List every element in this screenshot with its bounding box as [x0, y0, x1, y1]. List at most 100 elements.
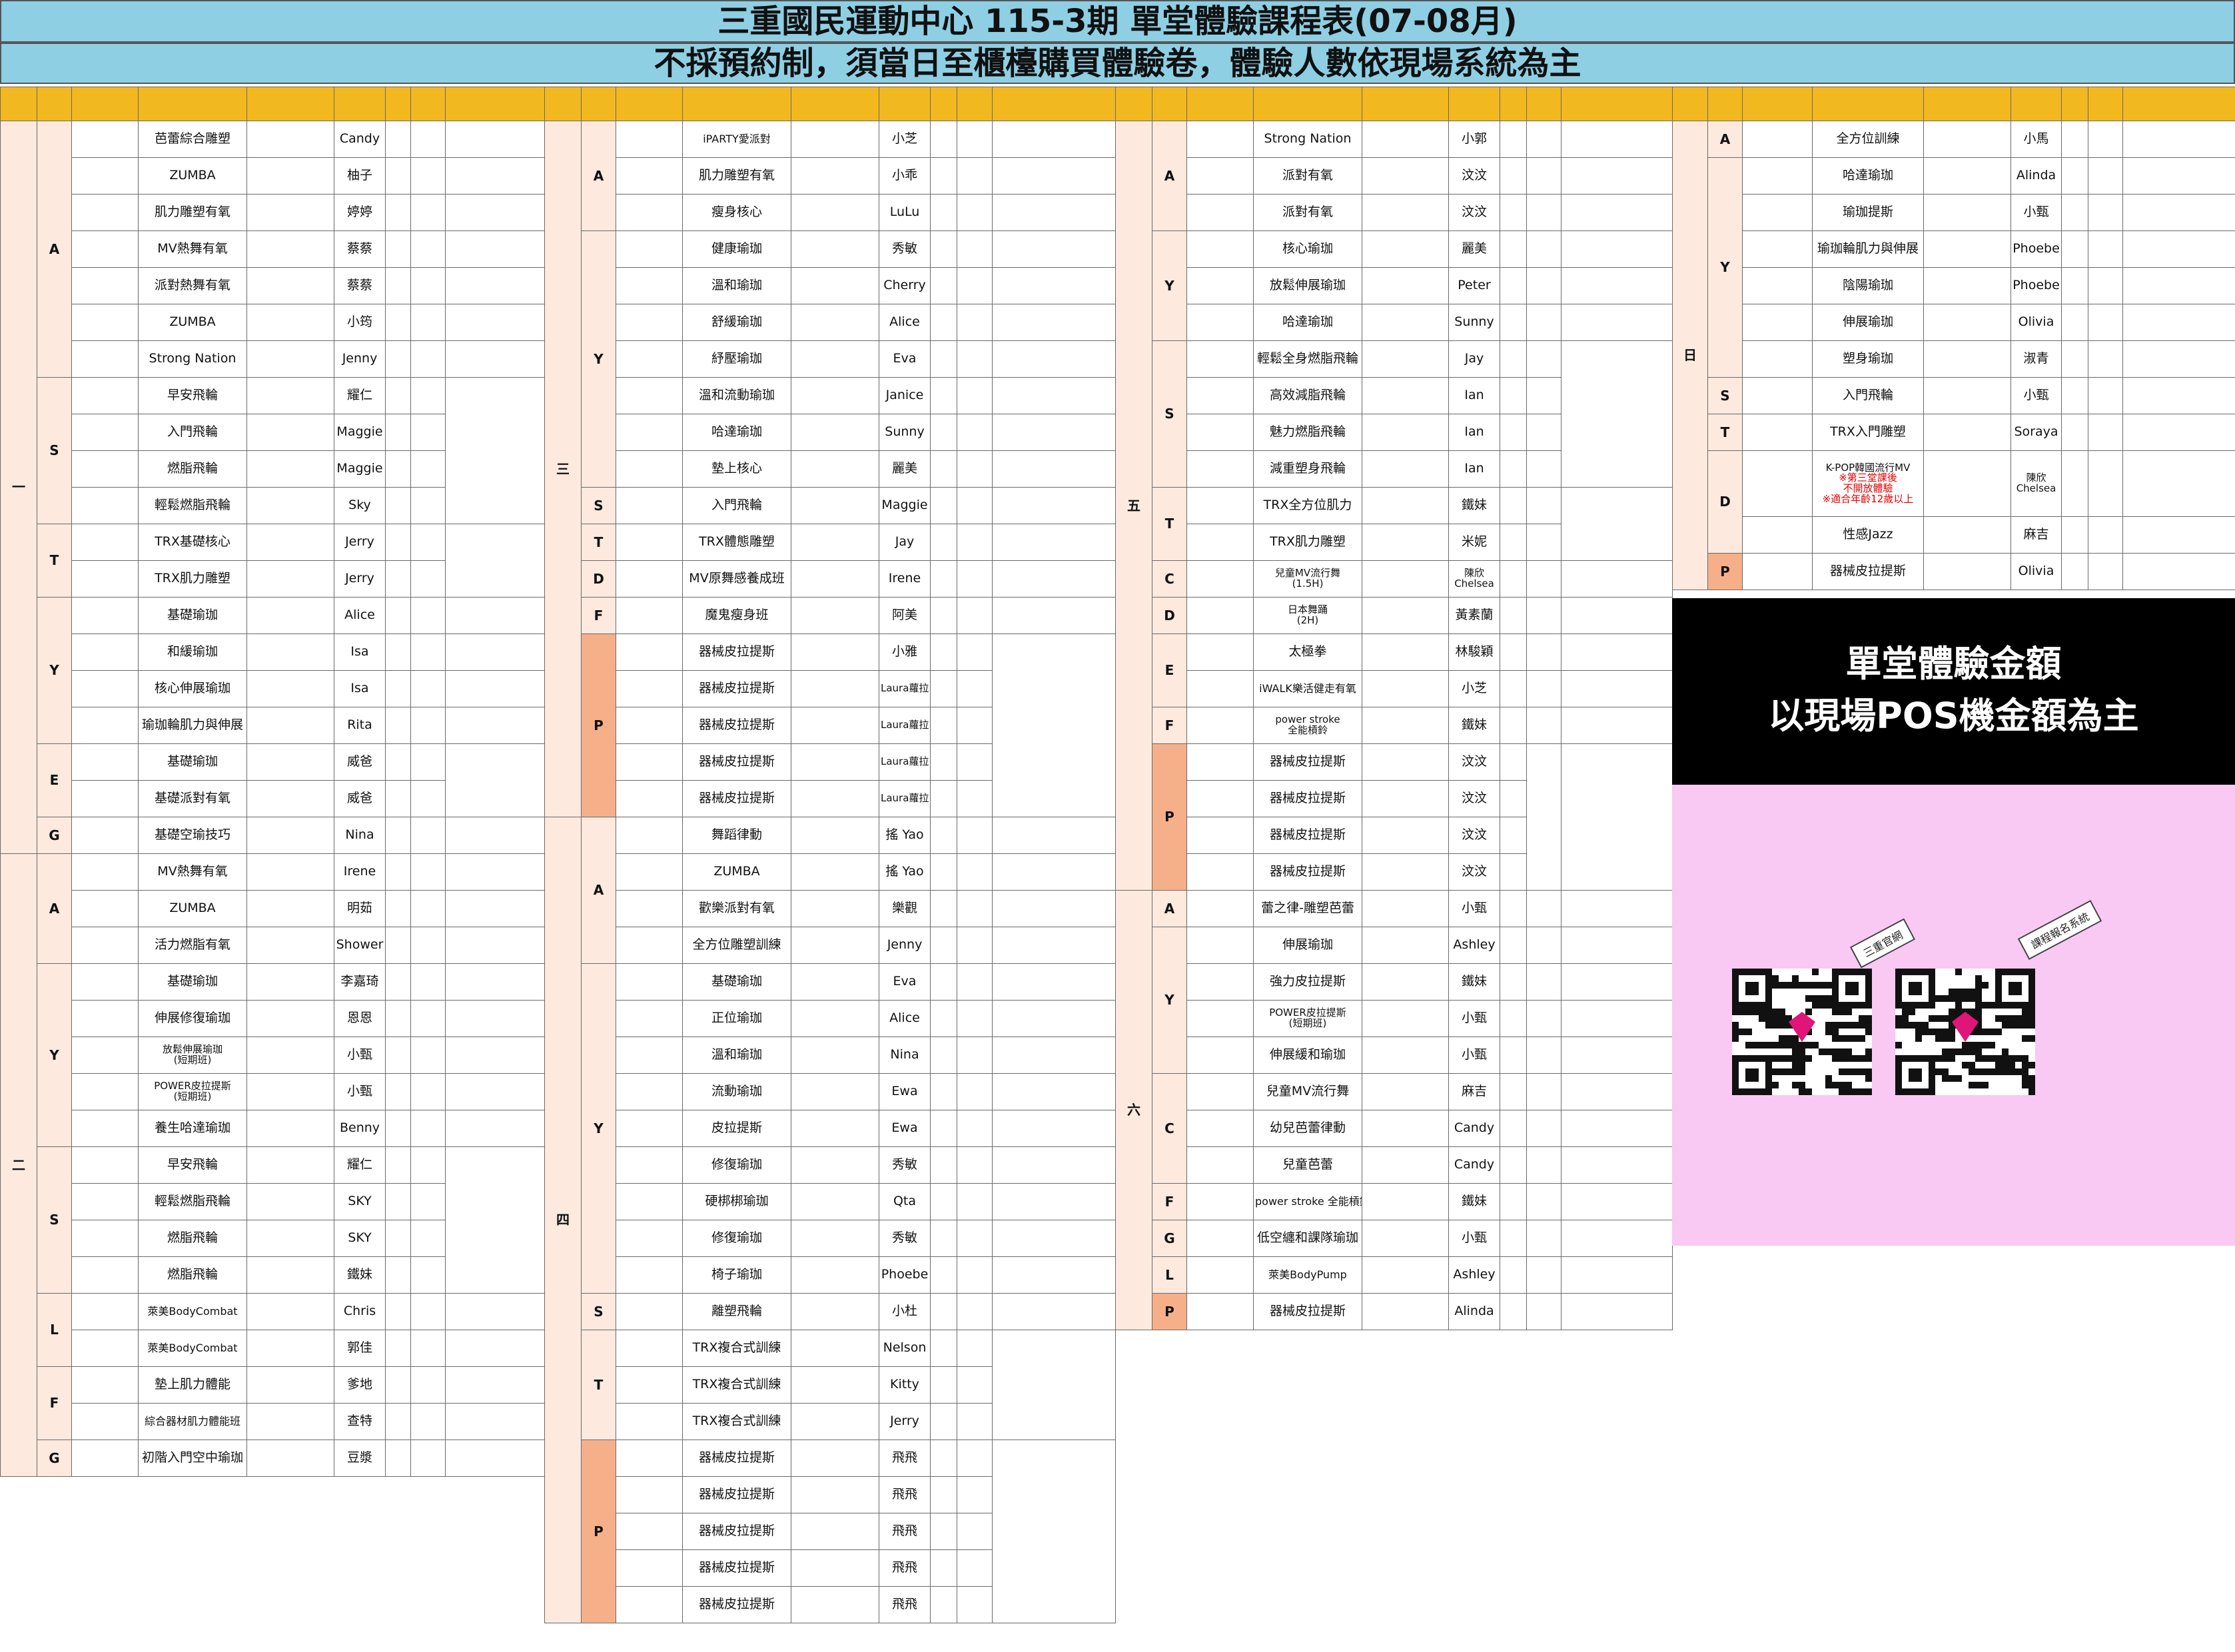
classroom	[445, 377, 545, 524]
course-name: 芭蕾綜合雕塑	[138, 121, 247, 158]
fee	[1526, 1036, 1562, 1074]
remaining-seats	[2061, 377, 2088, 414]
course-name: 器械皮拉提斯	[1253, 853, 1362, 891]
fee	[410, 1146, 446, 1184]
teacher: Olivia	[2011, 553, 2062, 590]
teacher: Ian	[1448, 377, 1500, 414]
teacher: Alinda	[2011, 157, 2062, 195]
table-row: 三 AiPARTY愛派對 小芝	[544, 121, 1116, 817]
course-name: 器械皮拉提斯	[1253, 780, 1362, 817]
course-id	[616, 1476, 683, 1513]
course-name: 蕾之律-雕塑芭蕾	[1253, 890, 1362, 927]
teacher: 鐵妹	[334, 1256, 386, 1294]
table-row: Y 基礎瑜珈 Alice	[1, 597, 545, 744]
course-name: power stroke 全能槓鈴	[1253, 1183, 1362, 1220]
fee	[957, 670, 993, 707]
course-id	[1742, 121, 1813, 158]
teacher: Laura蘿拉	[879, 743, 931, 781]
teacher: LuLu	[879, 194, 931, 231]
course-id	[1186, 377, 1254, 414]
course-name: 性感Jazz	[1812, 516, 1924, 554]
remaining-seats	[2061, 267, 2088, 304]
fee	[2088, 516, 2123, 554]
fee	[1526, 267, 1562, 304]
course-id	[1186, 927, 1254, 964]
course-id	[71, 817, 139, 854]
remaining-seats	[385, 267, 411, 304]
category-cell: A	[37, 121, 72, 378]
teacher: 鐵妹	[1448, 487, 1500, 524]
classroom	[445, 304, 545, 341]
teacher: Rita	[334, 707, 386, 744]
category-cell: G	[37, 817, 72, 854]
remaining-seats	[385, 633, 411, 671]
fee	[1526, 670, 1562, 707]
class-time	[246, 597, 334, 634]
fee	[1526, 121, 1562, 158]
course-name: iWALK樂活健走有氧	[1253, 670, 1362, 707]
table-row: G 基礎空瑜技巧 Nina	[1, 817, 545, 854]
course-name: Strong Nation	[1253, 121, 1362, 158]
remaining-seats	[385, 194, 411, 231]
classroom	[992, 597, 1116, 634]
remaining-seats	[930, 414, 957, 451]
course-id	[1186, 1036, 1254, 1074]
qr-code-registration[interactable]	[1895, 969, 2035, 1095]
teacher: Laura蘿拉	[879, 780, 931, 817]
classroom	[992, 963, 1116, 1001]
class-time	[1362, 743, 1449, 781]
category-cell: P	[1707, 553, 1743, 590]
class-time	[791, 780, 879, 817]
course-name: K-POP韓國流行MV ※第三堂課後 不開放體驗 ※適合年齡12歲以上	[1812, 450, 1924, 517]
remaining-seats	[385, 487, 411, 524]
remaining-seats	[930, 780, 957, 817]
classroom	[1561, 670, 1673, 707]
teacher: Candy	[334, 121, 386, 158]
course-id	[1186, 1110, 1254, 1147]
classroom	[445, 963, 545, 1001]
course-name: POWER皮拉提斯 (短期班)	[1253, 1000, 1362, 1037]
table-row: 二 A MV熱舞有氧 Irene	[0, 853, 545, 1477]
fee	[2088, 194, 2123, 231]
fee	[957, 1403, 993, 1440]
remaining-seats	[930, 194, 957, 231]
fee	[957, 450, 993, 488]
remaining-seats	[385, 890, 411, 927]
course-id	[71, 1403, 139, 1440]
course-id	[616, 743, 683, 781]
remaining-seats	[385, 560, 411, 598]
course-id	[1186, 853, 1254, 891]
course-name: 哈達瑜珈	[1253, 304, 1362, 341]
class-time	[246, 890, 334, 927]
remaining-seats	[930, 377, 957, 414]
remaining-seats	[385, 377, 411, 414]
qr-code-website[interactable]	[1732, 969, 1872, 1095]
schedule-sunday: 日 A 全方位訓練 小馬 Y 哈達瑜珈 Alinda 瑜珈提斯 小甄 瑜珈輪肌力與伸展 Phoebe…	[1672, 87, 2235, 590]
table-row: Y 伸展瑜珈 Ashley	[1116, 927, 1673, 1074]
course-name: 器械皮拉提斯	[682, 1513, 791, 1550]
course-id	[71, 1110, 139, 1147]
classroom	[1561, 1000, 1673, 1037]
teacher: 小郭	[1448, 121, 1500, 158]
course-id	[71, 340, 139, 378]
class-time	[246, 414, 334, 451]
fee	[957, 597, 993, 634]
class-time	[1362, 1293, 1449, 1330]
teacher: 蔡蔡	[334, 230, 386, 268]
fee	[410, 1366, 446, 1404]
course-name: 溫和流動瑜珈	[682, 377, 791, 414]
remaining-seats	[1500, 1183, 1527, 1220]
course-id	[1186, 780, 1254, 817]
remaining-seats	[385, 1330, 411, 1367]
classroom	[445, 853, 545, 891]
course-id	[71, 194, 139, 231]
teacher: 小杜	[879, 1293, 931, 1330]
fee	[2088, 267, 2123, 304]
weekday-cell: 五	[1115, 121, 1152, 891]
teacher: Phoebe	[2011, 267, 2062, 304]
course-name: TRX複合式訓練	[682, 1330, 791, 1367]
remaining-seats	[930, 1220, 957, 1257]
course-id	[71, 927, 139, 964]
classroom	[992, 414, 1116, 451]
class-time	[246, 1183, 334, 1220]
